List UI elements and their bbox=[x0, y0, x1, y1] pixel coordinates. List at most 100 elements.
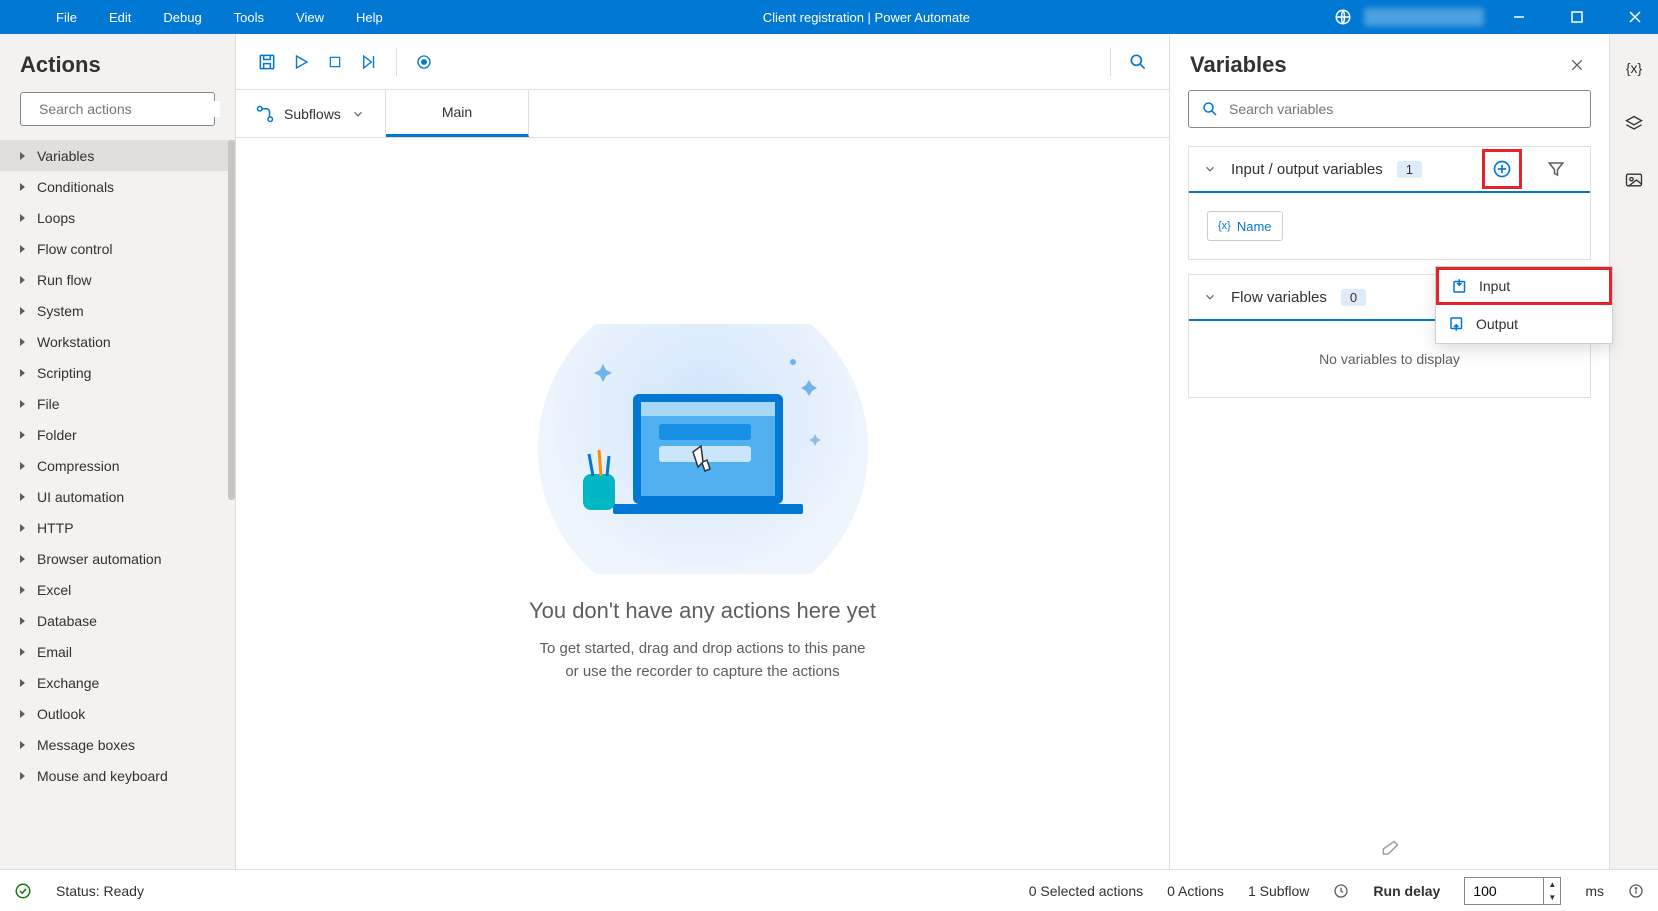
actions-search[interactable] bbox=[20, 92, 215, 126]
close-variables-button[interactable] bbox=[1565, 53, 1589, 77]
find-button[interactable] bbox=[1121, 45, 1155, 79]
environment-badge[interactable] bbox=[1364, 8, 1484, 26]
action-category-item[interactable]: Outlook bbox=[0, 698, 235, 729]
action-category-label: UI automation bbox=[37, 489, 124, 505]
chevron-right-icon bbox=[20, 710, 25, 718]
chevron-right-icon bbox=[20, 462, 25, 470]
menu-debug[interactable]: Debug bbox=[147, 10, 217, 25]
eraser-button[interactable] bbox=[1370, 829, 1410, 869]
actions-panel: Actions VariablesConditionals Loops Flow c… bbox=[0, 34, 236, 869]
menu-file[interactable]: File bbox=[40, 10, 93, 25]
run-button[interactable] bbox=[284, 45, 318, 79]
add-variable-button[interactable] bbox=[1482, 149, 1522, 189]
variables-search-input[interactable] bbox=[1219, 101, 1578, 117]
actions-heading: Actions bbox=[0, 34, 235, 92]
ms-label: ms bbox=[1585, 883, 1604, 899]
separator bbox=[396, 48, 397, 76]
layers-icon bbox=[1624, 114, 1644, 134]
image-icon bbox=[1624, 170, 1644, 190]
action-category-item[interactable]: File bbox=[0, 388, 235, 419]
chevron-right-icon bbox=[20, 214, 25, 222]
action-category-item[interactable]: HTTP bbox=[0, 512, 235, 543]
action-category-item[interactable]: Compression bbox=[0, 450, 235, 481]
action-category-label: Database bbox=[37, 613, 97, 629]
minimize-button[interactable] bbox=[1496, 0, 1542, 34]
right-rail: {x} bbox=[1610, 34, 1658, 869]
close-button[interactable] bbox=[1612, 0, 1658, 34]
variables-panel: Variables Input / output variables 1 bbox=[1170, 34, 1610, 869]
delay-stepper[interactable]: ▲▼ bbox=[1544, 877, 1561, 905]
menu-tools[interactable]: Tools bbox=[218, 10, 280, 25]
rail-variables-button[interactable]: {x} bbox=[1618, 52, 1650, 84]
action-category-item[interactable]: Flow control bbox=[0, 233, 235, 264]
action-category-label: Scripting bbox=[37, 365, 91, 381]
action-category-label: System bbox=[37, 303, 84, 319]
eraser-icon bbox=[1380, 839, 1400, 859]
action-category-label: File bbox=[37, 396, 60, 412]
action-category-item[interactable]: Scripting bbox=[0, 357, 235, 388]
action-category-label: Excel bbox=[37, 582, 71, 598]
chevron-down-icon[interactable] bbox=[1203, 162, 1217, 176]
titlebar: File Edit Debug Tools View Help Client r… bbox=[0, 0, 1658, 34]
io-count-badge: 1 bbox=[1397, 161, 1422, 178]
actions-list[interactable]: VariablesConditionals Loops Flow controlRu… bbox=[0, 140, 235, 869]
stop-button[interactable] bbox=[318, 45, 352, 79]
step-button[interactable] bbox=[352, 45, 386, 79]
action-category-label: Mouse and keyboard bbox=[37, 768, 168, 784]
output-icon bbox=[1448, 315, 1466, 333]
variables-heading: Variables bbox=[1190, 52, 1565, 78]
chevron-right-icon bbox=[20, 431, 25, 439]
action-category-label: Email bbox=[37, 644, 72, 660]
tab-main[interactable]: Main bbox=[386, 90, 529, 137]
chevron-down-icon[interactable] bbox=[1203, 290, 1217, 304]
action-category-item[interactable]: Variables bbox=[0, 140, 235, 171]
designer-canvas[interactable]: You don't have any actions here yet To g… bbox=[236, 138, 1169, 869]
action-category-item[interactable]: Folder bbox=[0, 419, 235, 450]
action-category-item[interactable]: UI automation bbox=[0, 481, 235, 512]
action-category-item[interactable]: Mouse and keyboard bbox=[0, 760, 235, 791]
subflows-dropdown[interactable]: Subflows bbox=[236, 90, 386, 137]
variables-search[interactable] bbox=[1188, 90, 1591, 128]
plus-circle-icon bbox=[1492, 159, 1512, 179]
menu-help[interactable]: Help bbox=[340, 10, 399, 25]
close-icon bbox=[1569, 57, 1585, 73]
actions-count: 0 Actions bbox=[1167, 883, 1224, 899]
menu-edit[interactable]: Edit bbox=[93, 10, 147, 25]
action-category-item[interactable]: Run flow bbox=[0, 264, 235, 295]
action-category-item[interactable]: Database bbox=[0, 605, 235, 636]
action-category-item[interactable]: System bbox=[0, 295, 235, 326]
action-category-item[interactable]: Browser automation bbox=[0, 543, 235, 574]
variable-chip-name[interactable]: {x} Name bbox=[1207, 211, 1283, 241]
action-category-item[interactable]: Exchange bbox=[0, 667, 235, 698]
run-delay-input[interactable] bbox=[1464, 877, 1544, 905]
action-category-item[interactable]: Message boxes bbox=[0, 729, 235, 760]
chevron-right-icon bbox=[20, 400, 25, 408]
add-variable-dropdown: Input Output bbox=[1435, 266, 1613, 344]
action-category-item[interactable]: Conditionals bbox=[0, 171, 235, 202]
menu-view[interactable]: View bbox=[280, 10, 340, 25]
scrollbar[interactable] bbox=[228, 140, 235, 500]
rail-images-button[interactable] bbox=[1618, 164, 1650, 196]
save-button[interactable] bbox=[250, 45, 284, 79]
action-category-label: Outlook bbox=[37, 706, 85, 722]
filter-button[interactable] bbox=[1536, 149, 1576, 189]
designer: Subflows Main bbox=[236, 34, 1170, 869]
chevron-right-icon bbox=[20, 586, 25, 594]
action-category-item[interactable]: Loops bbox=[0, 202, 235, 233]
rail-ui-elements-button[interactable] bbox=[1618, 108, 1650, 140]
separator bbox=[1110, 48, 1111, 76]
action-category-label: Loops bbox=[37, 210, 75, 226]
dropdown-output-option[interactable]: Output bbox=[1436, 305, 1612, 343]
actions-search-input[interactable] bbox=[31, 101, 220, 117]
maximize-button[interactable] bbox=[1554, 0, 1600, 34]
dropdown-input-option[interactable]: Input bbox=[1436, 267, 1612, 305]
tabs-row: Subflows Main bbox=[236, 90, 1169, 138]
info-icon[interactable] bbox=[1628, 883, 1644, 899]
chevron-right-icon bbox=[20, 648, 25, 656]
io-variables-section: Input / output variables 1 {x} Name bbox=[1188, 146, 1591, 260]
action-category-item[interactable]: Email bbox=[0, 636, 235, 667]
chevron-right-icon bbox=[20, 338, 25, 346]
record-button[interactable] bbox=[407, 45, 441, 79]
action-category-item[interactable]: Workstation bbox=[0, 326, 235, 357]
action-category-item[interactable]: Excel bbox=[0, 574, 235, 605]
